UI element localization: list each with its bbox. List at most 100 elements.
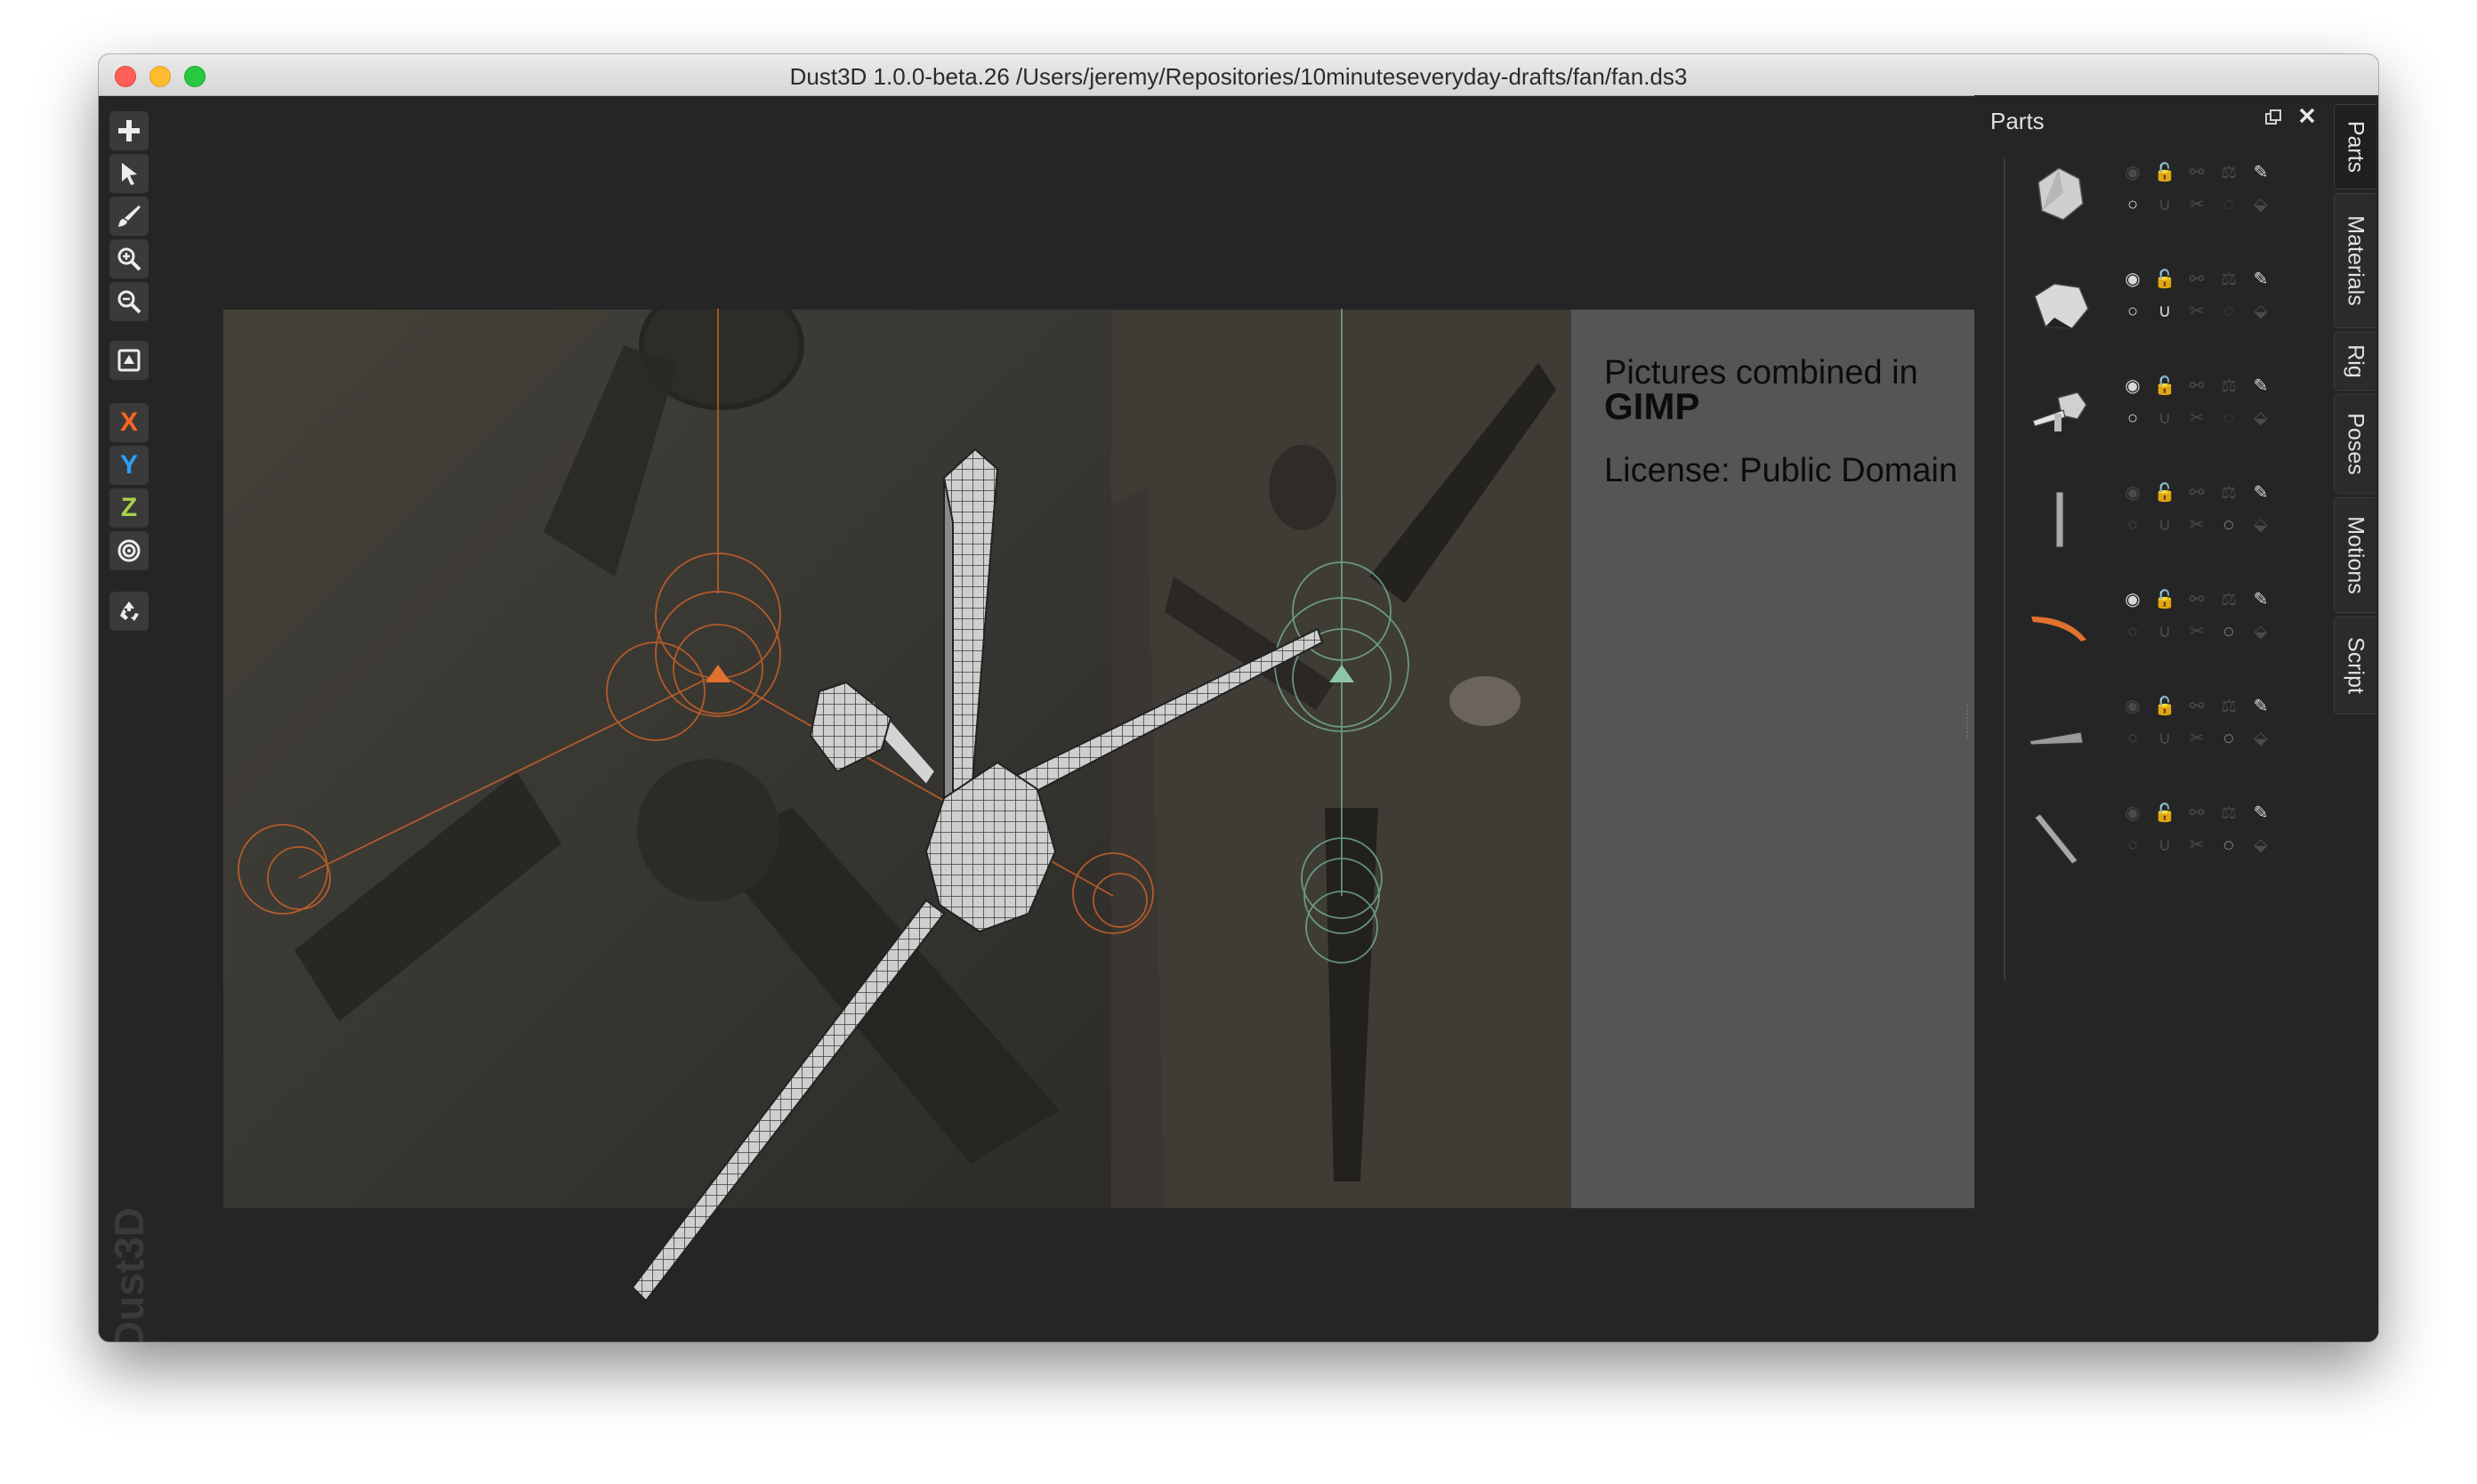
eye-icon[interactable]: ◉ [2121,161,2144,184]
part-item[interactable]: ◉ 🔓 ⚯ ⚖ ✎ ○ ∪ ✂ ◌ ⬙ [2010,469,2295,567]
eye-icon[interactable]: ◉ [2121,588,2144,611]
color-picker-icon[interactable]: ✎ [2249,695,2272,718]
mirror-icon[interactable]: ⚖ [2217,802,2240,825]
cut-icon[interactable]: ✂ [2185,834,2208,857]
magnet-icon[interactable]: ∪ [2153,834,2176,857]
cut-icon[interactable]: ✂ [2185,300,2208,323]
rotate-icon[interactable]: ◌ [2217,193,2240,216]
lock-icon[interactable]: 🔓 [2153,268,2176,291]
tag-icon[interactable]: ⬙ [2249,300,2272,323]
part-thumbnail[interactable] [2019,798,2099,878]
magnet-icon[interactable]: ∪ [2153,300,2176,323]
link-icon[interactable]: ⚯ [2185,161,2208,184]
eye-icon[interactable]: ◉ [2121,268,2144,291]
magnet-icon[interactable]: ∪ [2153,620,2176,643]
model-viewport[interactable]: Pictures combined in GIMP License: Publi… [161,95,2083,1342]
panel-splitter-handle[interactable] [1966,704,1973,739]
tag-icon[interactable]: ⬙ [2249,193,2272,216]
color-picker-icon[interactable]: ✎ [2249,161,2272,184]
link-icon[interactable]: ⚯ [2185,588,2208,611]
lock-icon[interactable]: 🔓 [2153,695,2176,718]
mirror-icon[interactable]: ⚖ [2217,268,2240,291]
link-icon[interactable]: ⚯ [2185,375,2208,398]
tab-parts[interactable]: Parts [2334,104,2376,190]
mirror-icon[interactable]: ⚖ [2217,588,2240,611]
zoom-in-icon[interactable] [109,239,149,278]
fan-model-mesh[interactable] [161,95,2083,1342]
eye-icon[interactable]: ◉ [2121,802,2144,825]
color-picker-icon[interactable]: ✎ [2249,802,2272,825]
color-picker-icon[interactable]: ✎ [2249,588,2272,611]
rotate-icon[interactable]: ◌ [2217,620,2240,643]
part-thumbnail[interactable] [2019,157,2099,238]
color-picker-icon[interactable]: ✎ [2249,375,2272,398]
color-picker-icon[interactable]: ✎ [2249,268,2272,291]
subdivide-icon[interactable]: ○ [2121,300,2144,323]
link-icon[interactable]: ⚯ [2185,268,2208,291]
eye-icon[interactable]: ◉ [2121,481,2144,504]
part-item[interactable]: ◉ 🔓 ⚯ ⚖ ✎ ○ ∪ ✂ ◌ ⬙ [2010,255,2295,353]
mirror-icon[interactable]: ⚖ [2217,161,2240,184]
cut-icon[interactable]: ✂ [2185,193,2208,216]
part-thumbnail[interactable] [2019,478,2099,558]
part-thumbnail[interactable] [2019,585,2099,665]
lock-icon[interactable]: 🔓 [2153,481,2176,504]
subdivide-icon[interactable]: ○ [2121,193,2144,216]
rotate-icon[interactable]: ◌ [2217,300,2240,323]
magnet-icon[interactable]: ∪ [2153,193,2176,216]
part-thumbnail[interactable] [2019,371,2099,451]
mirror-icon[interactable]: ⚖ [2217,481,2240,504]
cut-icon[interactable]: ✂ [2185,727,2208,750]
cut-icon[interactable]: ✂ [2185,407,2208,430]
tag-icon[interactable]: ⬙ [2249,513,2272,536]
tab-poses[interactable]: Poses [2334,394,2376,494]
select-pointer-icon[interactable] [109,154,149,193]
part-item[interactable]: ◉ 🔓 ⚯ ⚖ ✎ ○ ∪ ✂ ◌ ⬙ [2010,362,2295,460]
subdivide-icon[interactable]: ○ [2121,834,2144,857]
color-picker-icon[interactable]: ✎ [2249,481,2272,504]
cut-icon[interactable]: ✂ [2185,620,2208,643]
zoom-out-icon[interactable] [109,282,149,321]
lock-icon[interactable]: 🔓 [2153,588,2176,611]
subdivide-icon[interactable]: ○ [2121,407,2144,430]
lock-icon[interactable]: 🔓 [2153,161,2176,184]
tag-icon[interactable]: ⬙ [2249,620,2272,643]
part-item[interactable]: ◉ 🔓 ⚯ ⚖ ✎ ○ ∪ ✂ ◌ ⬙ [2010,789,2295,887]
axis-x-toggle[interactable]: X [109,403,149,442]
close-panel-icon[interactable] [2297,104,2317,124]
eye-icon[interactable]: ◉ [2121,375,2144,398]
undock-panel-icon[interactable] [2263,108,2283,127]
rotate-icon[interactable]: ◌ [2217,834,2240,857]
link-icon[interactable]: ⚯ [2185,481,2208,504]
subdivide-icon[interactable]: ○ [2121,620,2144,643]
part-thumbnail[interactable] [2019,691,2099,771]
part-item[interactable]: ◉ 🔓 ⚯ ⚖ ✎ ○ ∪ ✂ ◌ ⬙ [2010,682,2295,780]
part-item[interactable]: ◉ 🔓 ⚯ ⚖ ✎ ○ ∪ ✂ ◌ ⬙ [2010,576,2295,673]
link-icon[interactable]: ⚯ [2185,802,2208,825]
rotate-icon[interactable]: ◌ [2217,727,2240,750]
tab-script[interactable]: Script [2334,617,2376,714]
lock-icon[interactable]: 🔓 [2153,802,2176,825]
tab-materials[interactable]: Materials [2334,193,2376,328]
tab-motions[interactable]: Motions [2334,497,2376,613]
radial-target-icon[interactable] [109,531,149,570]
mirror-icon[interactable]: ⚖ [2217,695,2240,718]
eye-icon[interactable]: ◉ [2121,695,2144,718]
mirror-icon[interactable]: ⚖ [2217,375,2240,398]
subdivide-icon[interactable]: ○ [2121,513,2144,536]
tag-icon[interactable]: ⬙ [2249,727,2272,750]
axis-z-toggle[interactable]: Z [109,488,149,528]
part-item[interactable]: ◉ 🔓 ⚯ ⚖ ✎ ○ ∪ ✂ ◌ ⬙ [2010,149,2295,246]
magnet-icon[interactable]: ∪ [2153,727,2176,750]
part-thumbnail[interactable] [2019,264,2099,344]
link-icon[interactable]: ⚯ [2185,695,2208,718]
recycle-icon[interactable] [109,592,149,631]
camera-frame-icon[interactable] [109,341,149,380]
tab-rig[interactable]: Rig [2334,332,2376,391]
magnet-icon[interactable]: ∪ [2153,513,2176,536]
add-icon[interactable] [109,111,149,150]
rotate-icon[interactable]: ◌ [2217,513,2240,536]
lock-icon[interactable]: 🔓 [2153,375,2176,398]
paint-brush-icon[interactable] [109,197,149,236]
axis-y-toggle[interactable]: Y [109,446,149,485]
